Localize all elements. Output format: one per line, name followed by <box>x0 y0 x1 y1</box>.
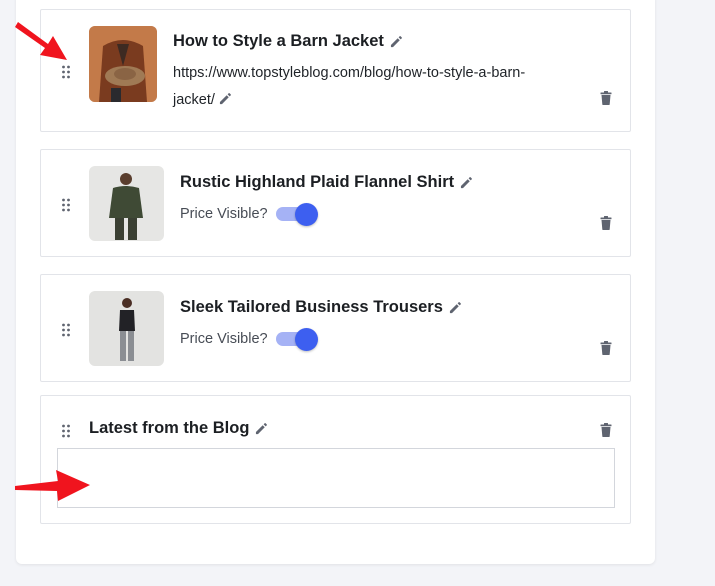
blog-section-title: Latest from the Blog <box>89 419 268 438</box>
product-block-2: Sleek Tailored Business Trousers Price V… <box>40 274 631 382</box>
annotation-arrow-bottom <box>15 470 90 501</box>
product-title-1: Rustic Highland Plaid Flannel Shirt <box>180 173 473 192</box>
price-visible-toggle-1[interactable] <box>275 203 318 226</box>
trash-icon[interactable] <box>600 341 612 355</box>
pencil-icon[interactable] <box>390 35 403 48</box>
toggle-knob <box>294 203 318 226</box>
blog-post-url: https://www.topstyleblog.com/blog/how-to… <box>173 65 526 108</box>
product-block-1: Rustic Highland Plaid Flannel Shirt Pric… <box>40 149 631 257</box>
drag-handle-icon[interactable] <box>61 323 71 337</box>
blog-post-block: How to Style a Barn Jacket https://www.t… <box>40 9 631 132</box>
annotation-arrow-top <box>15 22 67 60</box>
blog-post-title: How to Style a Barn Jacket <box>173 32 403 51</box>
price-visible-row-2: Price Visible? <box>180 328 318 351</box>
toggle-knob <box>294 328 318 351</box>
price-visible-row-1: Price Visible? <box>180 203 318 226</box>
pencil-icon[interactable] <box>255 422 268 435</box>
price-visible-toggle-2[interactable] <box>275 328 318 351</box>
blog-section-content-area[interactable] <box>57 448 615 508</box>
trash-icon[interactable] <box>600 216 612 230</box>
product-thumbnail-2 <box>89 291 164 366</box>
drag-handle-icon[interactable] <box>61 198 71 212</box>
product-thumbnail-1 <box>89 166 164 241</box>
pencil-icon[interactable] <box>219 92 232 105</box>
drag-handle-icon[interactable] <box>61 424 71 438</box>
pencil-icon[interactable] <box>460 176 473 189</box>
trash-icon[interactable] <box>600 91 612 105</box>
pencil-icon[interactable] <box>449 301 462 314</box>
trash-icon[interactable] <box>600 423 612 437</box>
blog-post-thumbnail <box>89 26 157 102</box>
product-title-2: Sleek Tailored Business Trousers <box>180 298 462 317</box>
blog-section-block: Latest from the Blog <box>40 395 631 524</box>
drag-handle-icon[interactable] <box>61 65 71 79</box>
